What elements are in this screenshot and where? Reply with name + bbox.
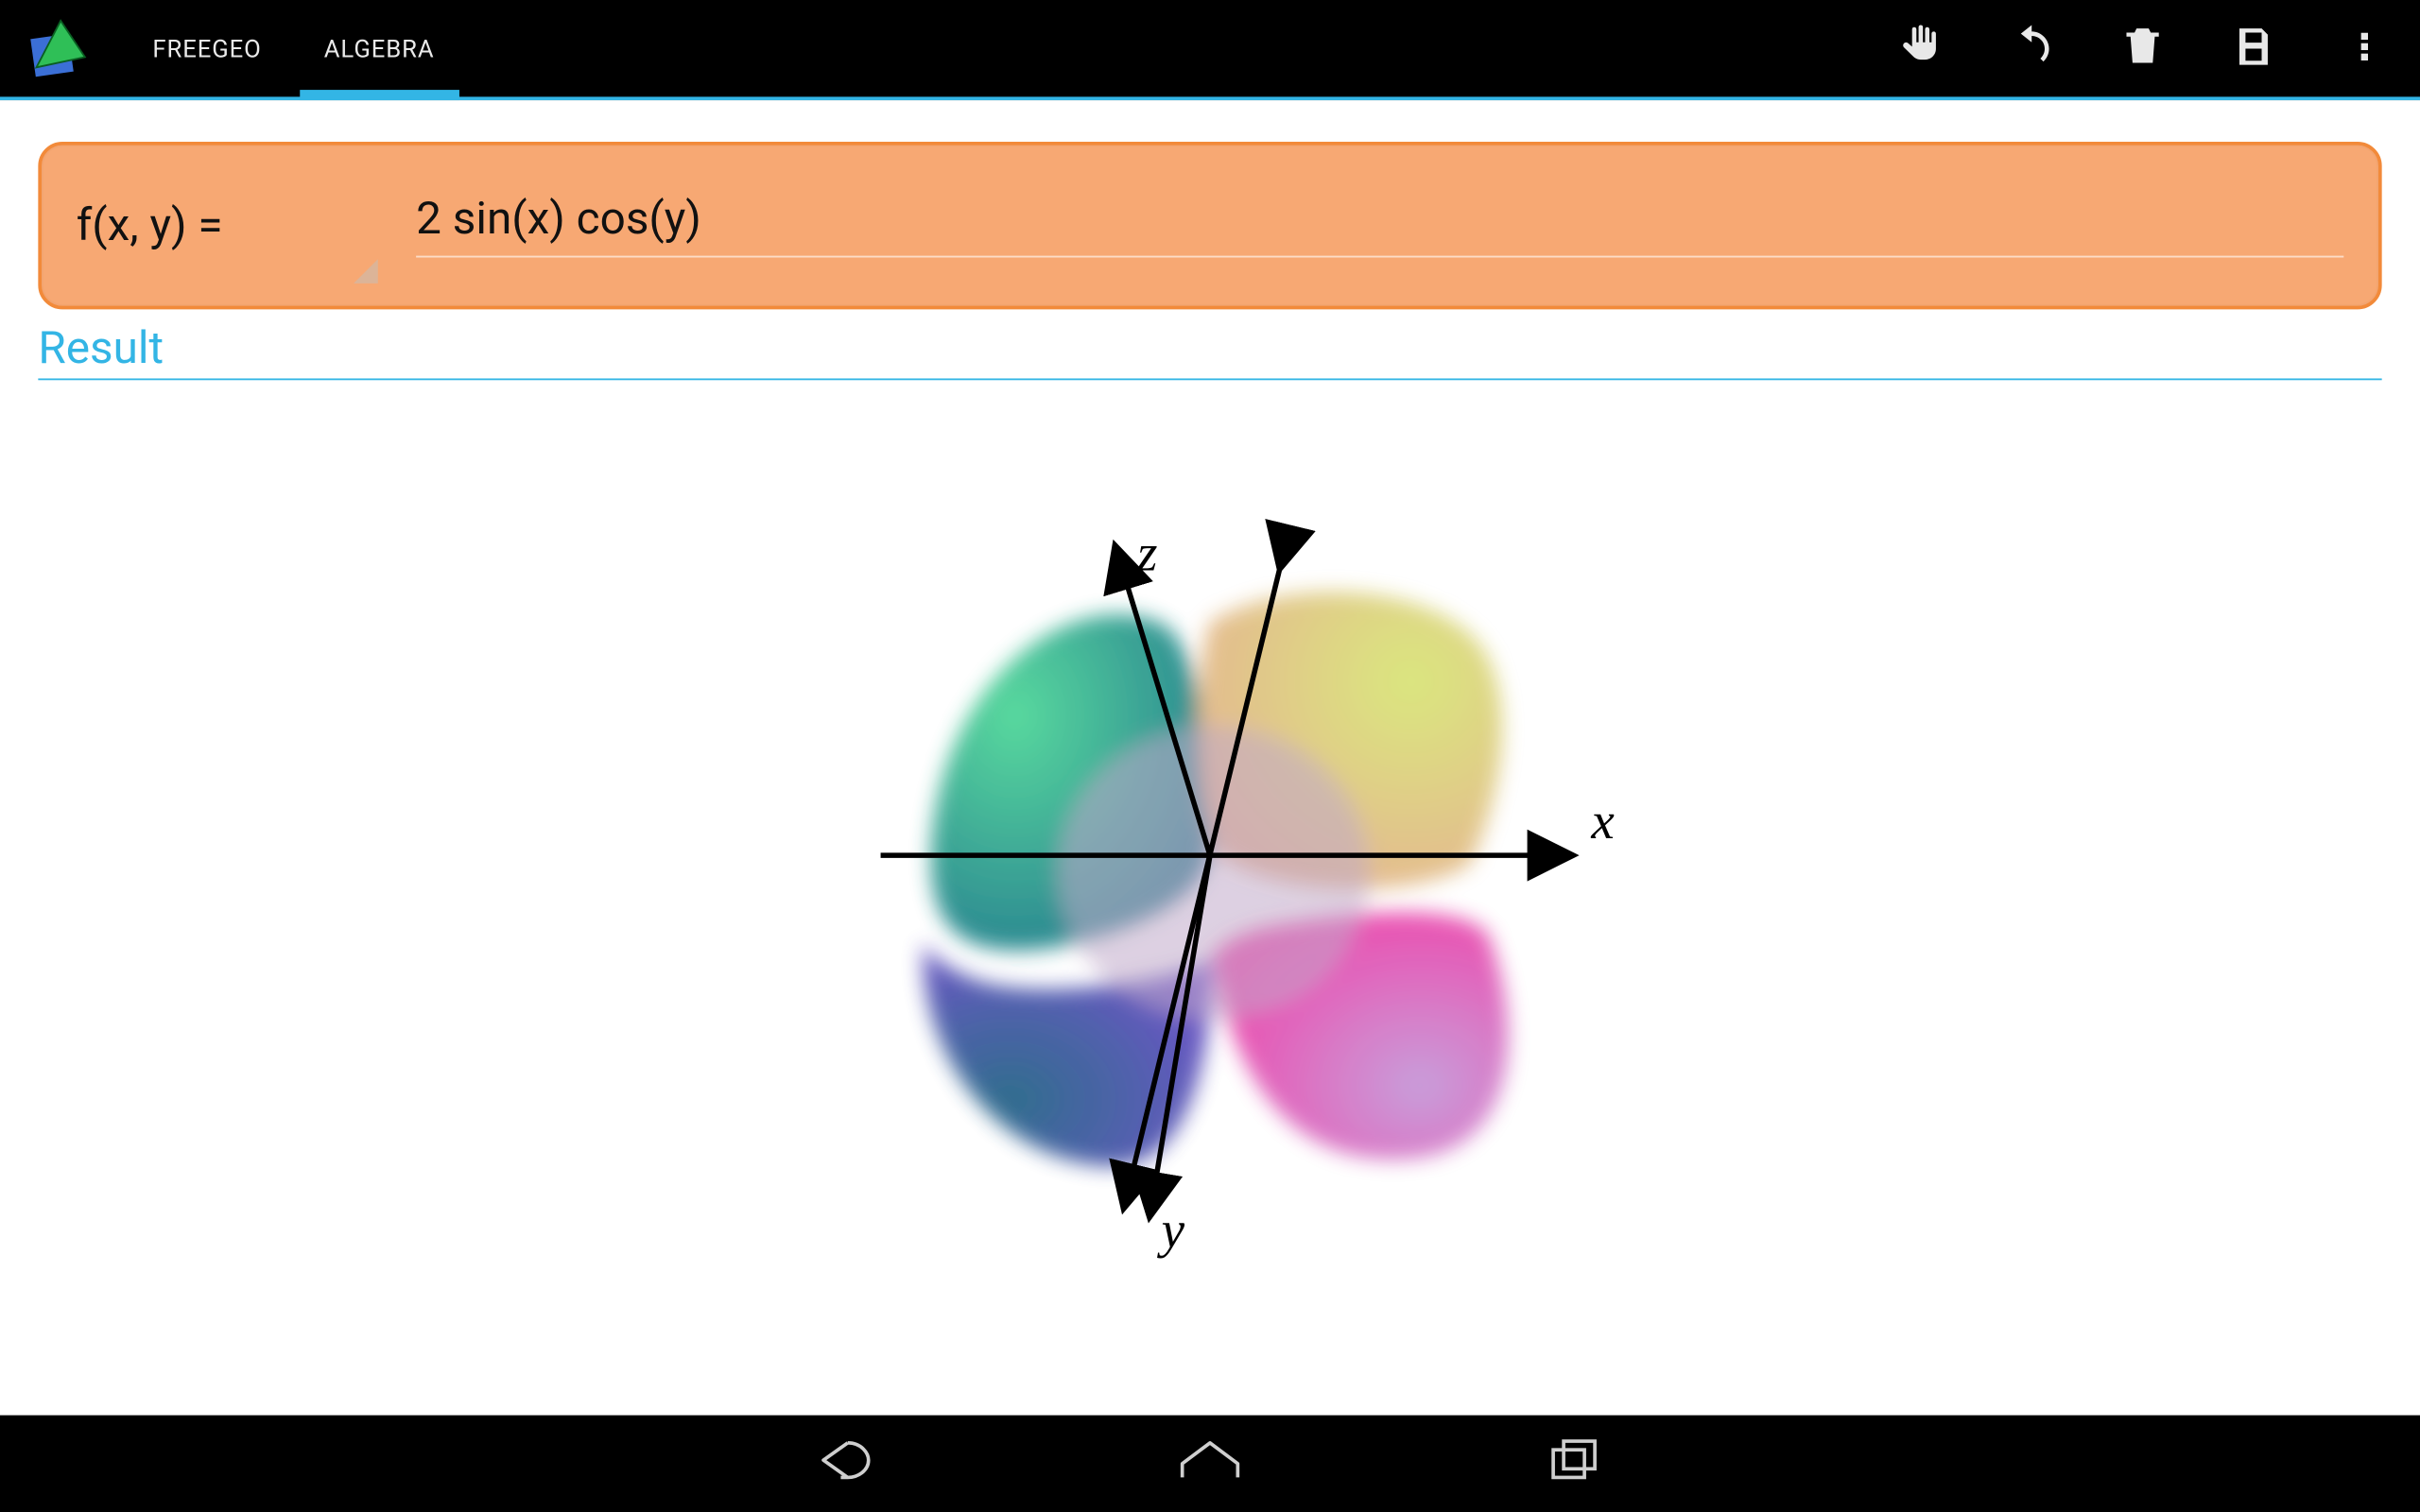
function-expression-input[interactable]: 2 sin(x) cos(y): [416, 194, 2343, 258]
nav-recent-button[interactable]: [1522, 1429, 1626, 1498]
android-nav-bar: [0, 1416, 2420, 1512]
save-button[interactable]: [2198, 4, 2308, 97]
axis-label-x: x: [1590, 792, 1614, 850]
recent-icon: [1547, 1436, 1602, 1492]
content-area: f(x, y) = 2 sin(x) cos(y) Result: [0, 104, 2420, 1412]
surface-plot-svg: x z y: [759, 467, 1661, 1262]
nav-home-button[interactable]: [1158, 1429, 1262, 1498]
tab-label: FREEGEO: [152, 36, 261, 63]
nav-back-button[interactable]: [794, 1429, 898, 1498]
formula-input-card: f(x, y) = 2 sin(x) cos(y): [38, 142, 2381, 309]
overflow-icon: [2343, 23, 2385, 78]
dropdown-caret-icon: [354, 258, 378, 283]
app-window: FREEGEO ALGEBRA: [0, 0, 2420, 1512]
pan-button[interactable]: [1865, 4, 1976, 97]
hand-icon: [1894, 21, 1946, 79]
axis-label-z: z: [1136, 524, 1157, 581]
result-heading: Result: [38, 323, 2381, 380]
undo-button[interactable]: [1977, 4, 2087, 97]
tab-algebra[interactable]: ALGEBRA: [293, 4, 466, 97]
tab-freegeo[interactable]: FREEGEO: [121, 4, 292, 97]
tab-bar: FREEGEO ALGEBRA: [121, 4, 465, 97]
spacer: [466, 4, 1866, 97]
surface-patches: [924, 592, 1509, 1166]
tab-label: ALGEBRA: [324, 36, 435, 63]
home-icon: [1175, 1436, 1244, 1492]
surface-plot[interactable]: x z y: [38, 380, 2381, 1348]
function-lhs-label: f(x, y) =: [77, 199, 223, 251]
action-bar: FREEGEO ALGEBRA: [0, 0, 2420, 100]
result-heading-label: Result: [38, 323, 164, 375]
undo-icon: [2006, 21, 2058, 79]
function-lhs-selector[interactable]: f(x, y) =: [77, 199, 372, 251]
trash-icon: [2118, 23, 2167, 78]
back-icon: [817, 1436, 875, 1492]
axis-label-y: y: [1157, 1201, 1185, 1259]
delete-button[interactable]: [2087, 4, 2198, 97]
overflow-button[interactable]: [2309, 4, 2420, 97]
save-icon: [2229, 23, 2277, 78]
app-logo-icon: [0, 4, 121, 97]
function-expression-text: 2 sin(x) cos(y): [416, 194, 701, 246]
